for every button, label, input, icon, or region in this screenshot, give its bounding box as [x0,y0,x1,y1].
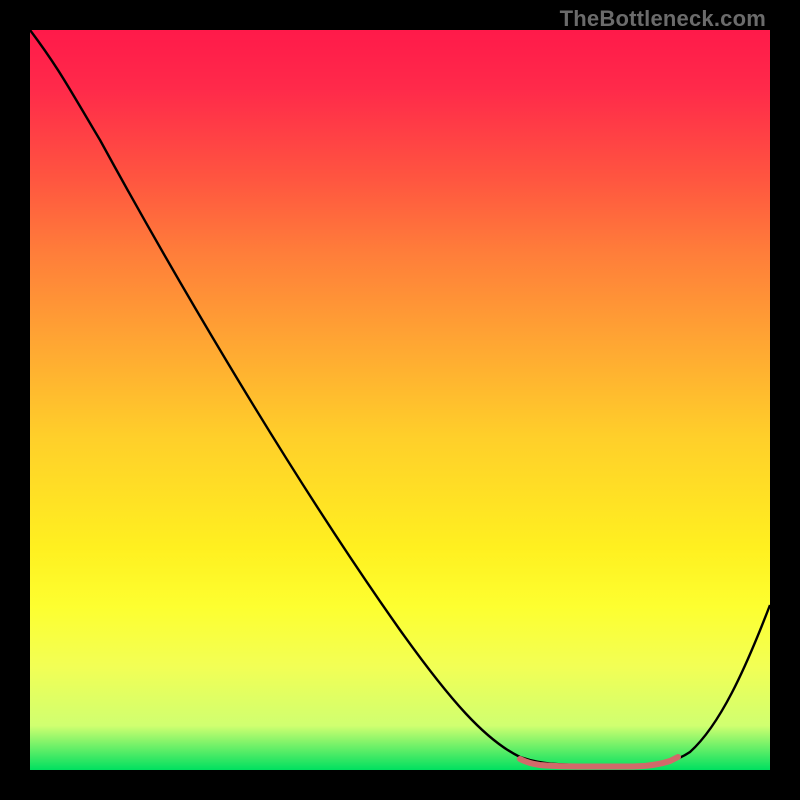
chart-outer-frame: TheBottleneck.com [0,0,800,800]
chart-svg [30,30,770,770]
bottleneck-curve [30,30,770,765]
watermark-text: TheBottleneck.com [560,6,766,32]
